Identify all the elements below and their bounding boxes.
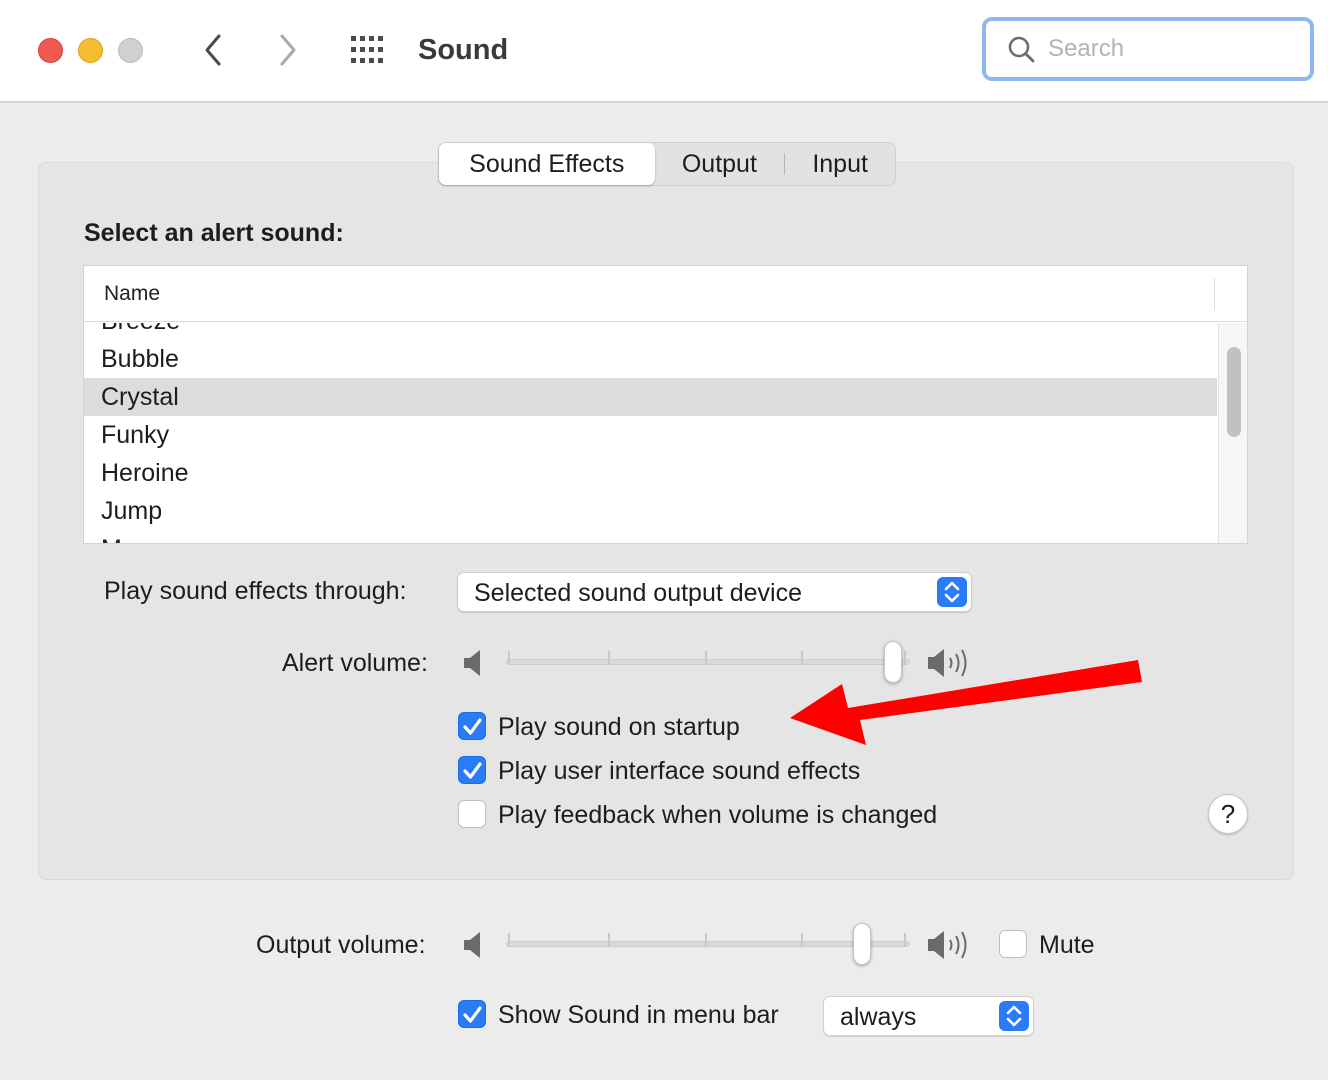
checkmark-icon: [463, 762, 482, 779]
play-through-label: Play sound effects through:: [104, 577, 407, 605]
zoom-window-button[interactable]: [118, 38, 143, 63]
list-item[interactable]: Funky: [84, 416, 1217, 454]
menu-bar-select[interactable]: always: [823, 996, 1034, 1036]
tab-input[interactable]: Input: [785, 143, 895, 185]
mute-label[interactable]: Mute: [1039, 930, 1095, 960]
stepper-icon: [937, 577, 967, 607]
list-scrollbar[interactable]: [1218, 323, 1247, 543]
list-item[interactable]: Breeze: [84, 323, 1217, 340]
list-item[interactable]: Bubble: [84, 340, 1217, 378]
ui-effects-checkbox[interactable]: [458, 756, 486, 784]
menu-bar-checkbox[interactable]: [458, 1000, 486, 1028]
tab-output[interactable]: Output: [655, 143, 785, 185]
title-bar: Sound: [0, 0, 1328, 103]
chevron-left-icon: [205, 34, 221, 66]
annotation-arrow-icon: [790, 660, 1142, 745]
output-volume-label: Output volume:: [256, 931, 426, 959]
output-volume-knob[interactable]: [853, 923, 871, 965]
back-button[interactable]: [193, 30, 233, 70]
stepper-icon: [999, 1001, 1029, 1031]
list-item[interactable]: Morse: [84, 530, 1217, 543]
alert-sound-heading: Select an alert sound:: [84, 219, 344, 247]
help-button[interactable]: ?: [1208, 794, 1248, 834]
feedback-checkbox[interactable]: [458, 800, 486, 828]
alert-sound-list[interactable]: Name Breeze Bubble Crystal Funky Heroine…: [83, 265, 1248, 544]
show-all-button[interactable]: [349, 34, 389, 66]
play-through-value: Selected sound output device: [474, 579, 803, 607]
alert-volume-label: Alert volume:: [282, 649, 428, 677]
grid-icon: [351, 36, 383, 63]
mute-checkbox[interactable]: [999, 930, 1027, 958]
checkmark-icon: [463, 1006, 482, 1023]
speaker-low-icon: [464, 932, 480, 958]
list-body: Breeze Bubble Crystal Funky Heroine Jump…: [84, 323, 1217, 543]
startup-label[interactable]: Play sound on startup: [498, 712, 740, 742]
menu-bar-label[interactable]: Show Sound in menu bar: [498, 1000, 779, 1030]
search-field[interactable]: [982, 17, 1314, 81]
speaker-high-icon: [928, 931, 967, 959]
list-header[interactable]: Name: [84, 266, 1247, 322]
column-separator: [1214, 278, 1215, 310]
window-title: Sound: [418, 34, 509, 66]
startup-checkbox[interactable]: [458, 712, 486, 740]
search-input[interactable]: [1048, 31, 1298, 67]
list-item[interactable]: Jump: [84, 492, 1217, 530]
sound-preferences-window: Sound Sound Effects Output Input Select …: [0, 0, 1328, 1080]
list-item-selected[interactable]: Crystal: [84, 378, 1217, 416]
column-header-name[interactable]: Name: [104, 282, 160, 306]
chevron-right-icon: [280, 34, 296, 66]
list-item[interactable]: Heroine: [84, 454, 1217, 492]
menu-bar-value: always: [840, 1003, 917, 1031]
minimize-window-button[interactable]: [78, 38, 103, 63]
speaker-low-icon: [464, 650, 480, 676]
feedback-label[interactable]: Play feedback when volume is changed: [498, 800, 937, 830]
scrollbar-thumb[interactable]: [1227, 347, 1241, 437]
forward-button[interactable]: [268, 30, 308, 70]
tab-sound-effects[interactable]: Sound Effects: [439, 143, 655, 185]
checkmark-icon: [463, 718, 482, 735]
tab-bar: Sound Effects Output Input: [438, 142, 896, 186]
close-window-button[interactable]: [38, 38, 63, 63]
play-through-select[interactable]: Selected sound output device: [457, 572, 972, 612]
ui-effects-label[interactable]: Play user interface sound effects: [498, 756, 860, 786]
search-icon: [1008, 36, 1035, 63]
output-volume-slider[interactable]: [506, 923, 910, 967]
